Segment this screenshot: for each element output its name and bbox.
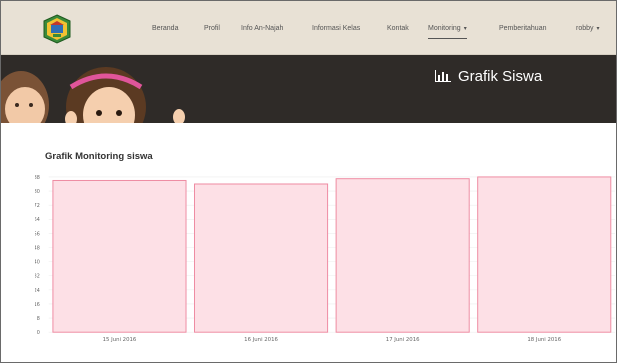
bar-4[interactable] — [477, 176, 612, 333]
x-tick-label: 17 Juni 2016 — [386, 337, 420, 343]
nav-monitoring[interactable]: Monitoring ▾ — [428, 25, 467, 39]
x-tick-label: 18 Juni 2016 — [527, 337, 561, 343]
y-tick-label: 32 — [35, 274, 40, 280]
x-tick-label: 15 Juni 2016 — [103, 337, 137, 343]
banner-title-text: Grafik Siswa — [458, 68, 543, 85]
y-axis: 0 8 16 24 32 40 48 56 64 72 80 88 — [35, 175, 40, 336]
bar-chart-icon — [435, 70, 451, 82]
user-name: robby — [576, 25, 594, 32]
y-tick-label: 48 — [35, 245, 40, 251]
nav-pemberitahuan[interactable]: Pemberitahuan — [499, 25, 546, 32]
x-axis: 15 Juni 2016 16 Juni 2016 17 Juni 2016 18 J… — [103, 337, 562, 343]
bar-3[interactable] — [335, 178, 470, 333]
nav-monitoring-label: Monitoring — [428, 25, 461, 32]
bar-1[interactable] — [52, 179, 187, 333]
y-tick-label: 64 — [35, 217, 40, 223]
page-frame: Beranda Profil Info An-Najah Informasi K… — [0, 0, 617, 363]
monitoring-bar-chart: 0 8 16 24 32 40 48 56 64 72 80 88 15 Juni 2016 16 Ju… — [35, 175, 616, 343]
y-tick-label: 56 — [35, 231, 40, 237]
bar-2[interactable] — [194, 183, 329, 333]
y-tick-label: 88 — [35, 175, 40, 181]
chevron-down-icon: ▾ — [463, 26, 467, 32]
nav-profil[interactable]: Profil — [204, 25, 220, 32]
chart-bars — [52, 176, 612, 333]
y-tick-label: 8 — [37, 316, 40, 322]
nav-info-an-najah[interactable]: Info An-Najah — [241, 25, 283, 32]
y-tick-label: 72 — [35, 203, 40, 209]
page-banner: Grafik Siswa — [1, 55, 616, 123]
y-tick-label: 40 — [35, 260, 40, 266]
school-logo[interactable] — [41, 13, 73, 45]
y-tick-label: 16 — [35, 302, 40, 308]
chevron-down-icon: ▾ — [596, 26, 600, 32]
navbar: Beranda Profil Info An-Najah Informasi K… — [1, 1, 616, 55]
nav-informasi-kelas[interactable]: Informasi Kelas — [312, 25, 360, 32]
y-tick-label: 80 — [35, 189, 40, 195]
y-tick-label: 24 — [35, 288, 40, 294]
section-title: Grafik Monitoring siswa — [45, 151, 153, 162]
nav-kontak[interactable]: Kontak — [387, 25, 409, 32]
y-tick-label: 0 — [37, 330, 40, 336]
x-tick-label: 16 Juni 2016 — [244, 337, 278, 343]
nav-beranda[interactable]: Beranda — [152, 25, 178, 32]
children-banner-photo — [1, 67, 185, 123]
nav-user-menu[interactable]: robby ▾ — [576, 25, 600, 32]
banner-title: Grafik Siswa — [435, 68, 542, 85]
